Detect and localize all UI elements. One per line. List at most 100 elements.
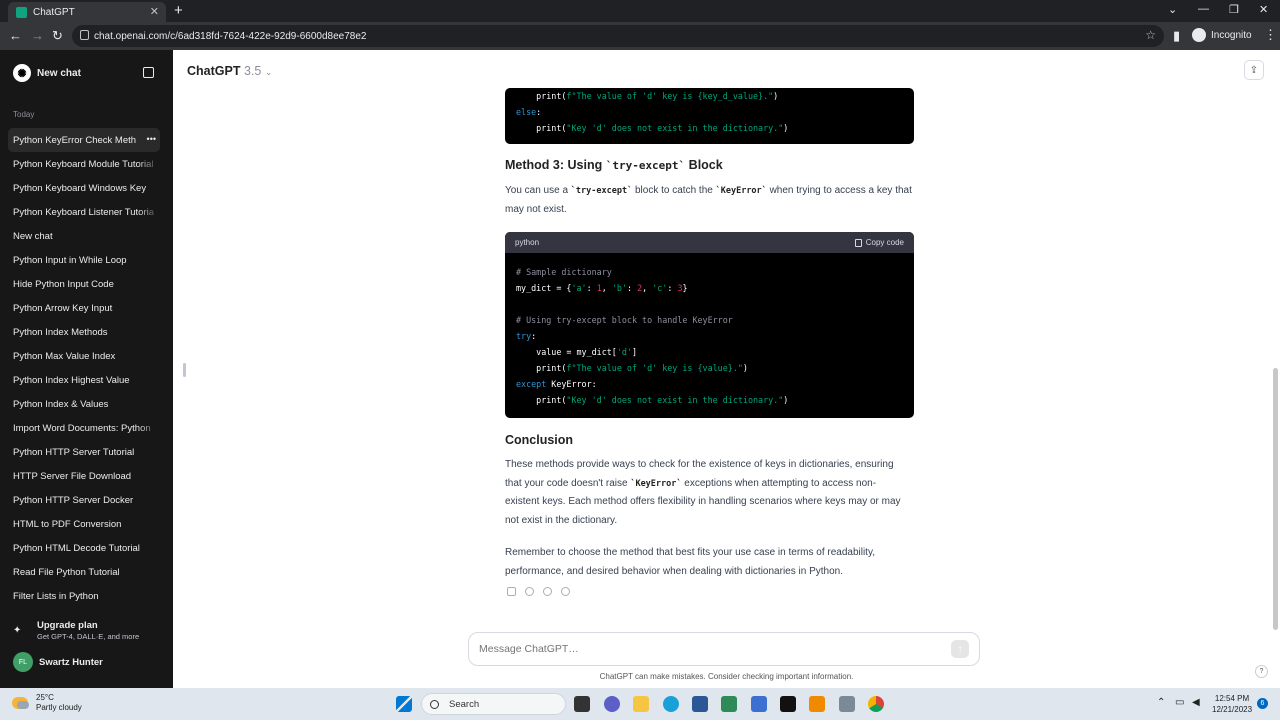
tab-search-icon[interactable]: ⌄ [1168, 3, 1177, 16]
site-info-icon[interactable] [80, 30, 89, 40]
chat-app-icon[interactable] [604, 696, 620, 712]
sidebar: ✺ New chat Today Python KeyError Check M… [0, 50, 173, 688]
model-name: ChatGPT [187, 64, 241, 78]
incognito-label: Incognito [1211, 29, 1252, 41]
chat-history-item[interactable]: HTTP Server File Download [8, 464, 160, 488]
minimize-icon[interactable]: — [1198, 3, 1209, 15]
new-tab-icon[interactable]: + [174, 2, 183, 19]
message-input[interactable] [479, 641, 919, 657]
new-chat-button[interactable]: ✺ New chat [13, 64, 81, 82]
notepad-icon[interactable] [721, 696, 737, 712]
more-options-icon[interactable]: ••• [142, 134, 156, 144]
browser-menu-icon[interactable]: ⋮ [1264, 27, 1277, 43]
thumbs-down-icon[interactable] [543, 587, 552, 596]
incognito-badge[interactable]: Incognito [1192, 28, 1252, 42]
volume-icon[interactable]: ◀ [1192, 697, 1200, 708]
user-menu[interactable]: FL Swartz Hunter [13, 652, 103, 672]
taskbar-search[interactable]: Search [421, 693, 566, 715]
clock-time: 12:54 PM [1214, 694, 1250, 703]
tray-chevron-icon[interactable]: ⌃ [1157, 697, 1165, 708]
forward-icon[interactable]: → [31, 28, 44, 43]
chat-history-item[interactable]: Filter Lists in Python [8, 584, 160, 608]
close-window-icon[interactable]: ✕ [1259, 3, 1268, 16]
sidebar-collapse-handle[interactable] [183, 363, 186, 377]
text: You can use a [505, 185, 571, 196]
weather-widget[interactable]: 25°C Partly cloudy [12, 693, 82, 713]
restore-icon[interactable]: ❐ [1229, 3, 1239, 16]
weather-temp: 25°C [36, 693, 54, 702]
edge-icon[interactable] [663, 696, 679, 712]
inline-code: `try-except` [605, 159, 686, 172]
thumbs-up-icon[interactable] [525, 587, 534, 596]
chat-history-label: Read File Python Tutorial [13, 566, 120, 578]
help-icon[interactable]: ? [1255, 665, 1268, 678]
reload-icon[interactable]: ↻ [52, 28, 63, 44]
terminal-icon[interactable] [780, 696, 796, 712]
copy-icon[interactable] [507, 587, 516, 596]
chat-history-item[interactable]: Python Index & Values [8, 392, 160, 416]
vscode-icon[interactable] [751, 696, 767, 712]
chat-history-item[interactable]: HTML to PDF Conversion [8, 512, 160, 536]
chat-main: ChatGPT 3.5 ⌄ ⇪ print(f"The value of 'd'… [173, 50, 1280, 688]
copy-code-button[interactable]: Copy code [854, 238, 904, 247]
chat-history-label: Python Index & Values [13, 398, 109, 410]
back-icon[interactable]: ← [9, 28, 22, 43]
chat-history-item[interactable]: Python Keyboard Module Tutorial [8, 152, 160, 176]
chat-history-item[interactable]: Python Input in While Loop [8, 248, 160, 272]
disclaimer: ChatGPT can make mistakes. Consider chec… [599, 672, 854, 681]
chrome-icon[interactable] [868, 696, 884, 712]
partly-cloudy-icon [12, 697, 29, 709]
chat-history-item[interactable]: Hide Python Input Code [8, 272, 160, 296]
code-text: ) [773, 91, 779, 101]
browser-tab[interactable]: ChatGPT ✕ [8, 2, 166, 22]
chat-history-label: Python Keyboard Listener Tutoria [13, 206, 155, 218]
chat-history-item[interactable]: New chat [8, 224, 160, 248]
weather-condition: Partly cloudy [36, 703, 82, 712]
message-composer: ↑ [468, 632, 980, 666]
chat-history-item[interactable]: Python Arrow Key Input [8, 296, 160, 320]
code-content: # Sample dictionary my_dict = {'a': 1, '… [505, 253, 914, 408]
heading-text: Method 3: Using [505, 158, 606, 172]
chat-history-item[interactable]: Python KeyError Check Meth ••• [8, 128, 160, 152]
start-icon[interactable] [396, 696, 412, 712]
address-bar[interactable]: chat.openai.com/c/6ad318fd-7624-422e-92d… [72, 25, 1164, 47]
send-button[interactable]: ↑ [951, 640, 969, 658]
section-today-label: Today [13, 110, 35, 119]
chat-history-item[interactable]: Import Word Documents: Python [8, 416, 160, 440]
network-icon[interactable]: ▭ [1175, 697, 1184, 708]
regenerate-icon[interactable] [561, 587, 570, 596]
chat-history-item[interactable]: Python Index Methods [8, 320, 160, 344]
store-icon[interactable] [692, 696, 708, 712]
file-explorer-icon[interactable] [633, 696, 649, 712]
app-icon[interactable] [839, 696, 855, 712]
chat-history-label: Python Arrow Key Input [13, 302, 113, 314]
chat-history-item[interactable]: Python HTML Decode Tutorial [8, 536, 160, 560]
clock[interactable]: 12:54 PM 12/21/2023 [1212, 693, 1252, 715]
bookmark-star-icon[interactable]: ☆ [1145, 28, 1156, 42]
compose-icon[interactable] [143, 67, 154, 78]
model-selector[interactable]: ChatGPT 3.5 ⌄ [187, 64, 272, 78]
copy-code-label: Copy code [865, 238, 904, 247]
share-icon[interactable]: ⇪ [1244, 60, 1264, 80]
heading-text: Block [685, 158, 723, 172]
chat-history-item[interactable]: Read File Python Tutorial [8, 560, 160, 584]
vlc-icon[interactable] [809, 696, 825, 712]
text-fade [138, 152, 160, 176]
task-view-icon[interactable] [574, 696, 590, 712]
close-tab-icon[interactable]: ✕ [150, 5, 159, 18]
chat-history-item[interactable]: Python Index Highest Value [8, 368, 160, 392]
text-fade [138, 416, 160, 440]
scrollbar[interactable] [1273, 368, 1278, 630]
clock-date: 12/21/2023 [1212, 705, 1253, 714]
chat-history-item[interactable]: Python Keyboard Windows Key [8, 176, 160, 200]
chat-history-item[interactable]: Python HTTP Server Tutorial [8, 440, 160, 464]
upgrade-subtitle: Get GPT-4, DALL·E, and more [37, 632, 140, 641]
side-panel-icon[interactable]: ▮ [1173, 28, 1180, 44]
notification-badge[interactable]: 6 [1257, 698, 1268, 709]
chat-history-item[interactable]: Python HTTP Server Docker [8, 488, 160, 512]
chat-history-item[interactable]: Python Max Value Index [8, 344, 160, 368]
upgrade-plan-button[interactable]: ✦ Upgrade plan Get GPT-4, DALL·E, and mo… [13, 620, 139, 641]
chat-history-label: Filter Lists in Python [13, 590, 99, 602]
chat-history-label: Python Max Value Index [13, 350, 116, 362]
chat-history-item[interactable]: Python Keyboard Listener Tutoria [8, 200, 160, 224]
